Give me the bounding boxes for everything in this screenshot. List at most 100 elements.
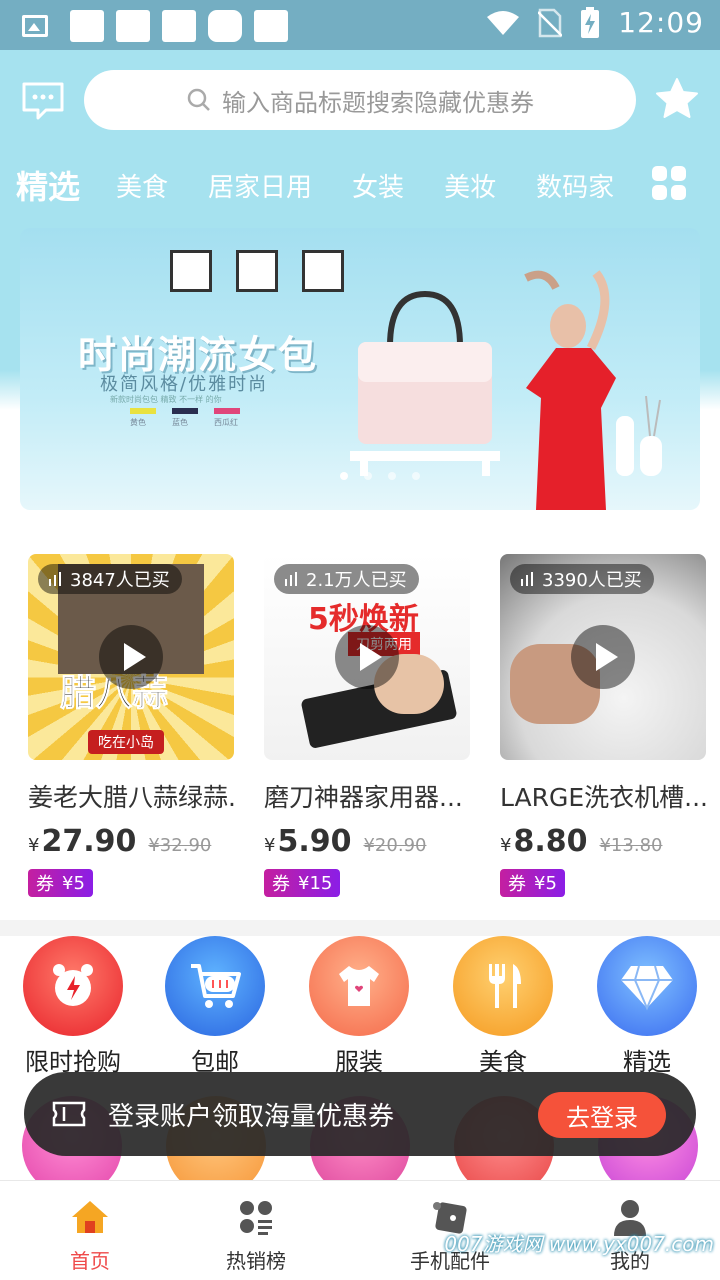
notification-icon	[254, 10, 288, 42]
pagination-dot[interactable]	[388, 472, 396, 480]
product-section: 腊八蒜 吃在小岛 3847人已买 姜老大腊八蒜绿蒜... ¥ 27.90 ¥32…	[0, 526, 720, 920]
currency-symbol: ¥	[28, 835, 40, 856]
coupon-value: ¥5	[62, 872, 85, 894]
play-video-icon[interactable]	[99, 625, 163, 689]
login-prompt-text: 登录账户领取海量优惠券	[108, 1101, 395, 1132]
pagination-dot[interactable]	[364, 472, 372, 480]
clothing-icon	[309, 936, 409, 1036]
product-price: 5.90	[277, 824, 352, 859]
product-price-row: ¥ 27.90 ¥32.90	[28, 824, 234, 859]
wall-frame-image	[170, 250, 212, 292]
coupon-badge[interactable]: 券 ¥15	[264, 869, 341, 897]
shopping-cart-icon	[165, 936, 265, 1036]
category-tabs: 精选 美食 居家日用 女装 美妆 数码家	[16, 160, 646, 210]
product-card[interactable]: 5秒焕新 刀剪两用 2.1万人已买 磨刀神器家用器... ¥ 5.90 ¥20.…	[264, 554, 470, 897]
product-thumbnail[interactable]: 5秒焕新 刀剪两用 2.1万人已买	[264, 554, 470, 760]
coupon-value: ¥5	[534, 872, 557, 894]
message-icon[interactable]	[22, 82, 64, 120]
tab-food[interactable]: 美食	[116, 167, 168, 204]
original-price: ¥32.90	[148, 835, 212, 856]
notification-icon	[116, 10, 150, 42]
all-categories-grid-icon[interactable]	[652, 166, 686, 200]
product-price-row: ¥ 5.90 ¥20.90	[264, 824, 470, 859]
banner-small-text: 新款时尚包包 精致 不一样 的你	[110, 395, 222, 404]
tab-digital[interactable]: 数码家	[536, 167, 614, 204]
tab-home[interactable]: 首页	[30, 1197, 150, 1274]
search-icon	[187, 88, 210, 111]
login-button[interactable]: 去登录	[538, 1092, 666, 1138]
currency-symbol: ¥	[264, 835, 276, 856]
notification-icon	[162, 10, 196, 42]
watermark: 007游戏网 www.yx007.com	[444, 1232, 714, 1256]
product-thumbnail[interactable]: 3390人已买	[500, 554, 706, 760]
swatch-blue	[172, 408, 198, 414]
bar-chart-icon	[285, 572, 297, 586]
coupon-badge[interactable]: 券 ¥5	[500, 869, 565, 897]
quick-entry-flash-sale[interactable]: 限时抢购	[18, 936, 128, 1077]
swatch-red	[214, 408, 240, 414]
home-icon	[72, 1201, 108, 1233]
product-card[interactable]: 腊八蒜 吃在小岛 3847人已买 姜老大腊八蒜绿蒜... ¥ 27.90 ¥32…	[28, 554, 238, 897]
original-price: ¥13.80	[599, 835, 663, 856]
sales-count: 3847人已买	[70, 570, 170, 591]
quick-entry-featured[interactable]: 精选	[592, 936, 702, 1077]
product-card[interactable]: 3390人已买 LARGE洗衣机槽... ¥ 8.80 ¥13.80 券 ¥5	[500, 554, 708, 897]
notification-icon	[208, 10, 242, 42]
status-bar: 12:09	[0, 0, 720, 50]
bar-chart-icon	[521, 572, 533, 586]
login-prompt-toast: 登录账户领取海量优惠券 去登录	[24, 1072, 696, 1156]
tab-beauty[interactable]: 美妆	[444, 167, 496, 204]
swatch-label: 蓝色	[172, 418, 188, 427]
pagination-dot[interactable]	[340, 472, 348, 480]
product-title[interactable]: 姜老大腊八蒜绿蒜...	[28, 778, 238, 814]
product-title[interactable]: LARGE洗衣机槽...	[500, 778, 710, 814]
search-input[interactable]: 输入商品标题搜索隐藏优惠券	[84, 70, 636, 130]
swatch-label: 西瓜红	[214, 418, 238, 427]
bar-chart-icon	[49, 572, 61, 586]
tab-womens-clothing[interactable]: 女装	[352, 167, 404, 204]
product-price: 27.90	[41, 824, 137, 859]
alarm-clock-icon	[23, 936, 123, 1036]
play-video-icon[interactable]	[335, 625, 399, 689]
coupon-label: 券	[508, 874, 526, 895]
sales-count: 3390人已买	[542, 570, 642, 591]
sales-badge: 2.1万人已买	[274, 564, 419, 594]
pagination-dot[interactable]	[412, 472, 420, 480]
model-image	[524, 270, 616, 510]
product-thumbnail[interactable]: 腊八蒜 吃在小岛 3847人已买	[28, 554, 234, 760]
quick-entry-free-shipping[interactable]: 包邮	[160, 936, 270, 1077]
product-title[interactable]: 磨刀神器家用器...	[264, 778, 474, 814]
original-price: ¥20.90	[363, 835, 427, 856]
battery-icon	[581, 6, 600, 38]
sales-count: 2.1万人已买	[306, 570, 407, 591]
color-swatches: 黄色 蓝色 西瓜红	[130, 408, 240, 428]
ranking-icon	[240, 1201, 272, 1235]
search-placeholder: 输入商品标题搜索隐藏优惠券	[222, 88, 534, 117]
swatch-yellow	[130, 408, 156, 414]
clock: 12:09	[618, 6, 704, 39]
quick-entry-food[interactable]: 美食	[448, 936, 558, 1077]
wifi-icon	[487, 10, 520, 35]
thumb-subtext: 吃在小岛	[88, 730, 164, 754]
favorite-star-icon[interactable]	[654, 76, 700, 122]
diamond-icon	[597, 936, 697, 1036]
coupon-badge[interactable]: 券 ¥5	[28, 869, 93, 897]
banner-pagination	[340, 472, 420, 480]
product-price-row: ¥ 8.80 ¥13.80	[500, 824, 706, 859]
promo-banner[interactable]: 时尚潮流女包 极简风格/优雅时尚 新款时尚包包 精致 不一样 的你 黄色 蓝色 …	[20, 228, 700, 510]
wall-frame-image	[302, 250, 344, 292]
tab-label: 首页	[70, 1249, 110, 1273]
sales-badge: 3390人已买	[510, 564, 654, 594]
tab-bestsellers[interactable]: 热销榜	[196, 1197, 316, 1274]
quick-entry-clothing[interactable]: 服装	[304, 936, 414, 1077]
handbag-image	[350, 290, 500, 476]
image-notification-icon	[22, 15, 48, 37]
tab-household[interactable]: 居家日用	[208, 167, 312, 204]
fork-knife-icon	[453, 936, 553, 1036]
sales-badge: 3847人已买	[38, 564, 182, 594]
tab-featured[interactable]: 精选	[16, 162, 80, 208]
coupon-label: 券	[272, 874, 290, 895]
no-sim-icon	[538, 8, 563, 37]
play-video-icon[interactable]	[571, 625, 635, 689]
coupon-label: 券	[36, 874, 54, 895]
